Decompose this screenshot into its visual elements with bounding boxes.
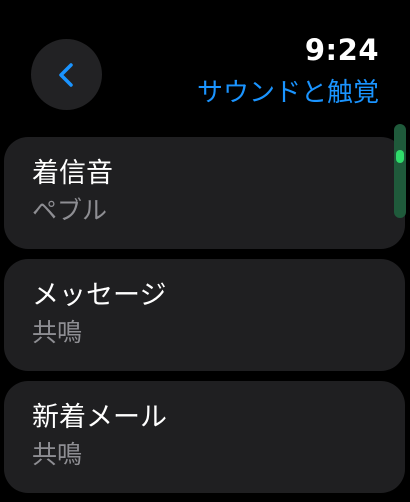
page-title: サウンドと触覚 — [196, 78, 379, 108]
list-item-value: 共鳴 — [32, 440, 83, 469]
list-item-title: メッセージ — [32, 280, 167, 311]
back-button[interactable] — [31, 39, 102, 110]
list-item-value: 共鳴 — [32, 318, 83, 347]
list-item-title: 着信音 — [32, 158, 113, 189]
clock-time: 9:24 — [304, 33, 379, 67]
chevron-left-icon — [54, 62, 80, 88]
scroll-thumb[interactable] — [396, 150, 404, 163]
list-item-title: 新着メール — [32, 402, 167, 433]
list-item-message[interactable]: メッセージ 共鳴 — [4, 259, 405, 371]
list-item-new-mail[interactable]: 新着メール 共鳴 — [4, 381, 405, 493]
list-item-ringtone[interactable]: 着信音 ペブル — [4, 137, 405, 249]
list-item-value: ペブル — [32, 196, 108, 225]
scroll-indicator[interactable] — [394, 124, 406, 218]
